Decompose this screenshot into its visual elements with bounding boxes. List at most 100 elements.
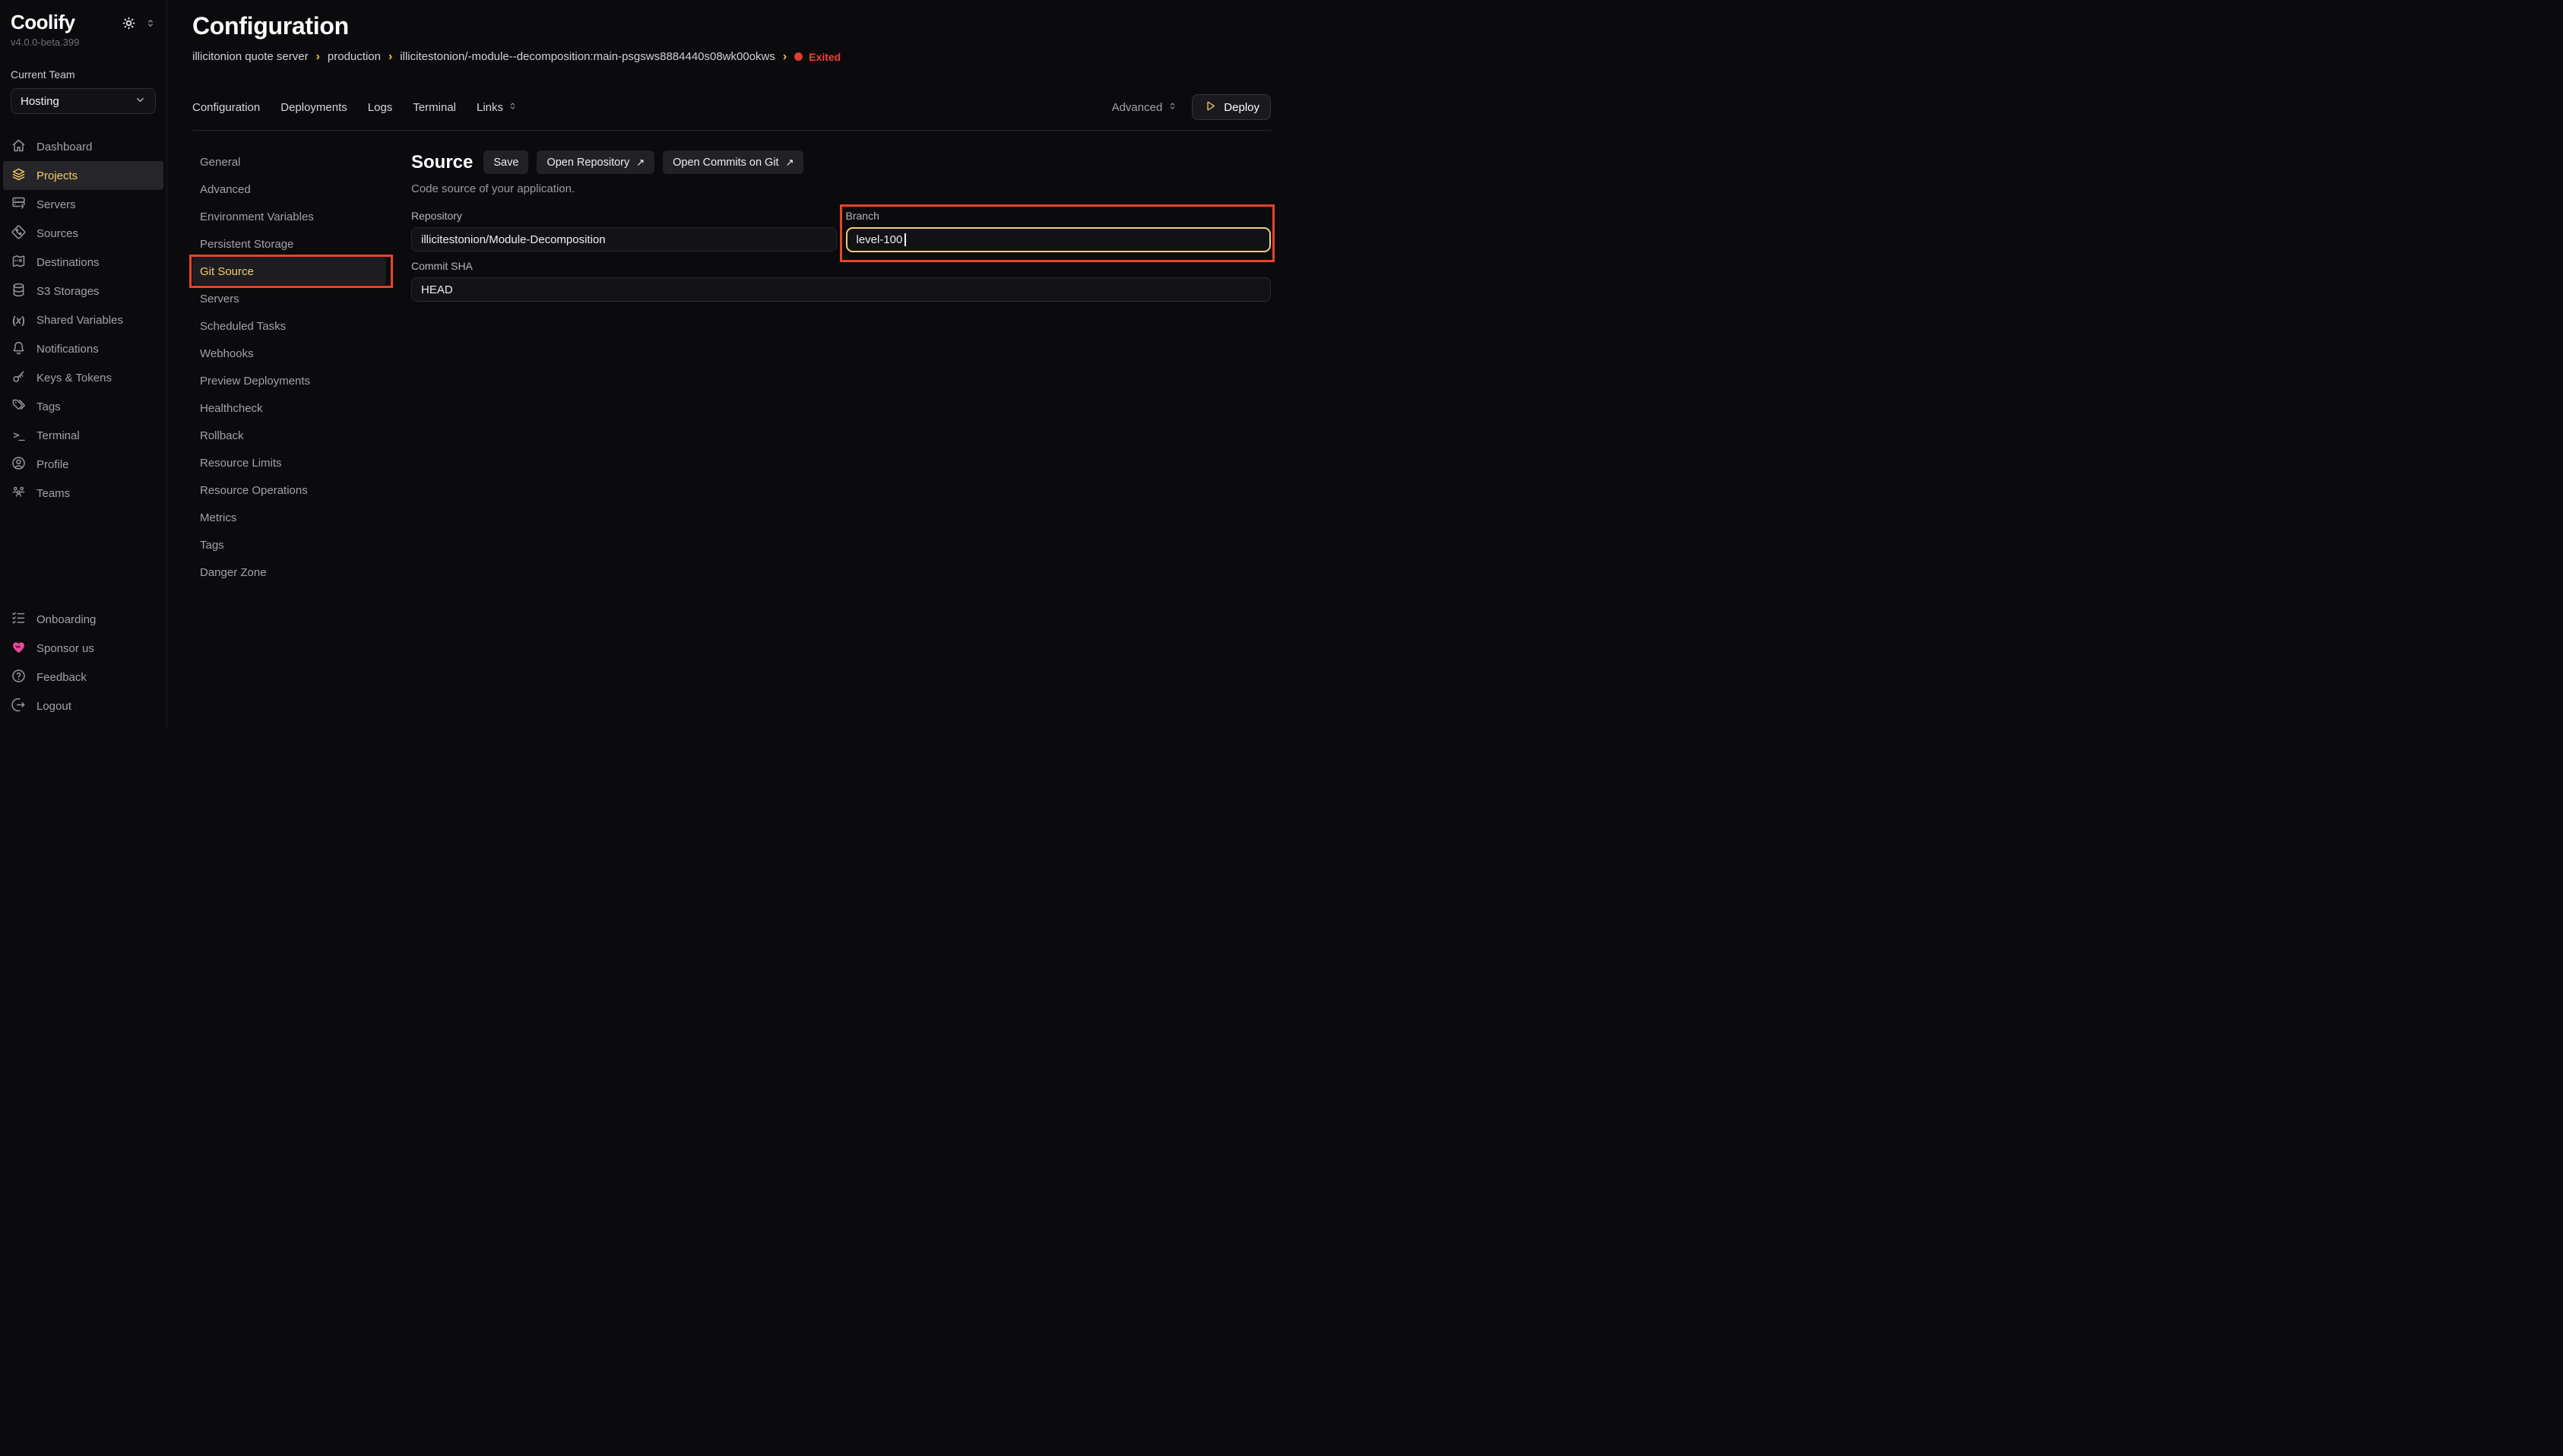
play-icon: [1203, 100, 1216, 116]
deploy-button-label: Deploy: [1224, 101, 1259, 114]
sidebar-item-projects[interactable]: Projects: [3, 161, 163, 190]
sidebar-item-dashboard[interactable]: Dashboard: [3, 132, 163, 161]
sidebar-item-s3-storages[interactable]: S3 Storages: [3, 277, 163, 305]
repository-field-group: Repository: [411, 210, 837, 252]
subnav-item-advanced[interactable]: Advanced: [192, 176, 386, 203]
subnav-item-danger-zone[interactable]: Danger Zone: [192, 559, 386, 586]
configuration-content: General Advanced Environment Variables P…: [192, 148, 1271, 728]
subnav-item-metrics[interactable]: Metrics: [192, 504, 386, 531]
terminal-icon: >_: [11, 429, 27, 442]
key-icon: [11, 369, 27, 388]
sidebar-item-tags[interactable]: Tags: [3, 392, 163, 421]
subnav-item-webhooks[interactable]: Webhooks: [192, 340, 386, 367]
advanced-dropdown[interactable]: Advanced: [1112, 100, 1178, 115]
source-header: Source Save Open Repository ↗ Open Commi…: [411, 150, 1271, 174]
subnav-item-persistent-storage[interactable]: Persistent Storage: [192, 230, 386, 258]
sidebar-item-label: Keys & Tokens: [36, 372, 112, 385]
sun-icon[interactable]: [122, 16, 136, 34]
sidebar-item-label: Shared Variables: [36, 314, 123, 327]
subnav-item-healthcheck[interactable]: Healthcheck: [192, 394, 386, 422]
app-version: v4.0.0-beta.399: [11, 36, 156, 48]
checklist-icon: [11, 610, 27, 629]
open-commits-button[interactable]: Open Commits on Git ↗: [663, 150, 803, 174]
sidebar-item-profile[interactable]: Profile: [3, 450, 163, 479]
sidebar-item-servers[interactable]: Servers: [3, 190, 163, 219]
commit-sha-input[interactable]: [411, 277, 1271, 302]
breadcrumb-application[interactable]: illicitestonion/-module--decomposition:m…: [400, 50, 775, 63]
bell-icon: [11, 340, 27, 359]
tab-configuration[interactable]: Configuration: [192, 101, 260, 114]
heart-icon: [11, 639, 27, 658]
theme-selector-chevrons-icon[interactable]: [145, 17, 156, 33]
external-link-icon: ↗: [636, 157, 645, 169]
branch-input[interactable]: [846, 227, 1272, 252]
sidebar-item-label: Notifications: [36, 343, 99, 356]
subnav-item-resource-limits[interactable]: Resource Limits: [192, 449, 386, 476]
subnav-item-git-source-wrap: Git Source: [192, 258, 386, 285]
repository-label: Repository: [411, 210, 837, 222]
save-button[interactable]: Save: [483, 150, 528, 174]
subnav-item-rollback[interactable]: Rollback: [192, 422, 386, 449]
git-source-form: Source Save Open Repository ↗ Open Commi…: [411, 148, 1271, 728]
help-icon: [11, 668, 27, 687]
tab-deployments[interactable]: Deployments: [280, 101, 347, 114]
server-icon: [11, 195, 27, 214]
repository-input[interactable]: [411, 227, 837, 252]
sidebar-item-sources[interactable]: Sources: [3, 219, 163, 248]
sidebar-item-onboarding[interactable]: Onboarding: [3, 605, 163, 634]
sidebar-item-label: Dashboard: [36, 141, 92, 154]
subnav-item-git-source[interactable]: Git Source: [192, 258, 386, 285]
sidebar-item-shared-variables[interactable]: (x) Shared Variables: [3, 305, 163, 334]
sidebar-item-label: Profile: [36, 458, 69, 471]
tab-logs[interactable]: Logs: [368, 101, 393, 114]
sidebar: Coolify v4.0.0-beta.399 Current Team Hos…: [0, 0, 167, 728]
sidebar-item-label: Projects: [36, 169, 78, 182]
tabs-row: Configuration Deployments Logs Terminal …: [192, 94, 1271, 131]
subnav-item-general[interactable]: General: [192, 148, 386, 176]
breadcrumb-project[interactable]: illicitonion quote server: [192, 50, 309, 63]
team-select[interactable]: Hosting: [11, 88, 156, 114]
open-repository-button[interactable]: Open Repository ↗: [537, 150, 654, 174]
sidebar-item-label: Destinations: [36, 256, 100, 269]
tab-terminal[interactable]: Terminal: [413, 101, 456, 114]
subnav-item-tags[interactable]: Tags: [192, 531, 386, 559]
sidebar-item-logout[interactable]: Logout: [3, 692, 163, 720]
logout-icon: [11, 697, 27, 716]
coolify-app: Coolify v4.0.0-beta.399 Current Team Hos…: [0, 0, 1282, 728]
subnav-item-environment-variables[interactable]: Environment Variables: [192, 203, 386, 230]
database-icon: [11, 282, 27, 301]
chevron-right-icon: ›: [388, 51, 392, 63]
sidebar-item-teams[interactable]: Teams: [3, 479, 163, 508]
chevron-right-icon: ›: [783, 51, 787, 63]
source-title: Source: [411, 152, 473, 173]
brand-logo: Coolify: [11, 11, 75, 34]
tab-links[interactable]: Links: [477, 100, 518, 115]
sidebar-item-terminal[interactable]: >_ Terminal: [3, 421, 163, 450]
current-team-label: Current Team: [11, 68, 156, 81]
map-icon: [11, 253, 27, 272]
sidebar-item-label: Feedback: [36, 671, 87, 684]
deploy-button[interactable]: Deploy: [1192, 94, 1271, 120]
sidebar-item-label: Sources: [36, 227, 78, 240]
variables-icon: (x): [11, 315, 27, 326]
status-dot-icon: [794, 52, 803, 61]
sidebar-item-keys-tokens[interactable]: Keys & Tokens: [3, 363, 163, 392]
sidebar-item-label: Servers: [36, 198, 76, 211]
subnav-item-preview-deployments[interactable]: Preview Deployments: [192, 367, 386, 394]
subnav-item-resource-operations[interactable]: Resource Operations: [192, 476, 386, 504]
breadcrumb: illicitonion quote server › production ›…: [192, 50, 1271, 63]
main-content: Configuration illicitonion quote server …: [167, 0, 1282, 728]
sidebar-item-feedback[interactable]: Feedback: [3, 663, 163, 692]
breadcrumb-environment[interactable]: production: [328, 50, 381, 63]
sidebar-item-destinations[interactable]: Destinations: [3, 248, 163, 277]
chevron-down-icon: [135, 94, 146, 109]
header-actions: Advanced Deploy: [1112, 94, 1271, 120]
open-commits-label: Open Commits on Git: [673, 157, 778, 169]
brand-row: Coolify: [11, 11, 156, 34]
chevron-right-icon: ›: [316, 51, 320, 63]
sidebar-item-sponsor-us[interactable]: Sponsor us: [3, 634, 163, 663]
sidebar-item-notifications[interactable]: Notifications: [3, 334, 163, 363]
chevron-up-down-icon: [1167, 100, 1177, 115]
subnav-item-scheduled-tasks[interactable]: Scheduled Tasks: [192, 312, 386, 340]
subnav-item-servers[interactable]: Servers: [192, 285, 386, 312]
